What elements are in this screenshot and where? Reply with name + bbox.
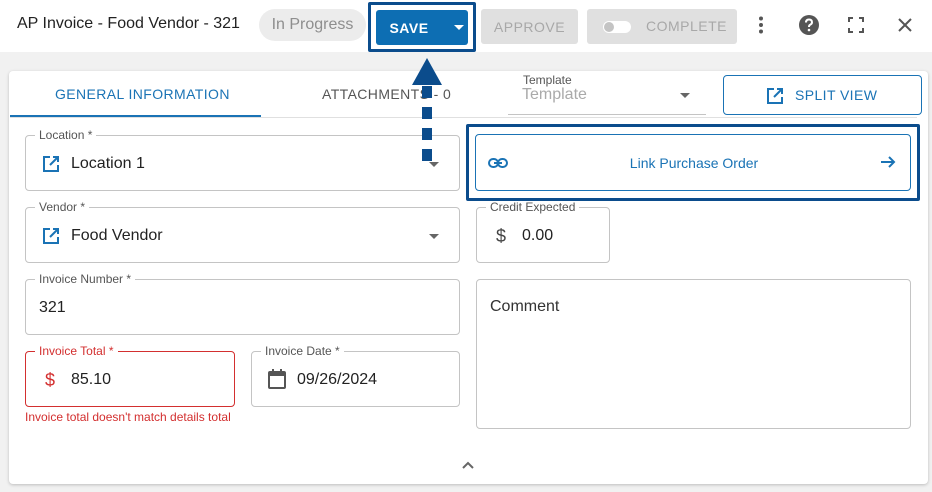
save-button-label: SAVE — [389, 19, 429, 36]
split-view-label: SPLIT VIEW — [795, 87, 878, 103]
header-bar: AP Invoice - Food Vendor - 321 In Progre… — [0, 0, 932, 52]
help-icon[interactable] — [798, 14, 820, 36]
chevron-up-icon[interactable] — [460, 457, 476, 473]
chevron-down-icon — [680, 93, 690, 98]
invoice-number-value: 321 — [39, 299, 66, 316]
invoice-total-label: Invoice Total * — [35, 344, 118, 358]
more-vert-icon[interactable] — [750, 14, 772, 36]
credit-expected-label: Credit Expected — [486, 200, 580, 214]
open-in-new-icon[interactable] — [41, 226, 61, 251]
credit-expected-field[interactable]: Credit Expected $ 0.00 — [476, 200, 610, 263]
tab-divider — [10, 117, 917, 118]
location-value: Location 1 — [71, 155, 145, 172]
calendar-icon[interactable] — [268, 369, 286, 394]
location-field[interactable]: Location * Location 1 — [25, 128, 460, 191]
toggle-icon — [603, 21, 631, 33]
complete-button[interactable]: COMPLETE — [587, 9, 737, 44]
dollar-icon: $ — [496, 226, 507, 246]
split-view-button[interactable]: SPLIT VIEW — [723, 75, 922, 115]
save-dropdown-icon[interactable] — [454, 25, 464, 30]
annotation-arrow — [408, 55, 446, 167]
vendor-value: Food Vendor — [71, 227, 163, 244]
link-purchase-order-button[interactable]: Link Purchase Order — [475, 134, 911, 191]
template-placeholder: Template — [522, 86, 587, 103]
link-purchase-order-label: Link Purchase Order — [629, 155, 759, 171]
arrow-right-icon — [879, 153, 897, 176]
close-icon[interactable] — [894, 14, 916, 36]
open-in-new-icon[interactable] — [41, 154, 61, 179]
invoice-total-error: Invoice total doesn't match details tota… — [25, 410, 231, 424]
location-label: Location * — [35, 128, 97, 142]
complete-button-label: COMPLETE — [646, 18, 728, 34]
invoice-total-field[interactable]: Invoice Total * $ 85.10 — [25, 344, 235, 407]
template-label: Template — [523, 73, 572, 87]
fullscreen-icon[interactable] — [845, 14, 867, 36]
open-in-new-icon — [765, 86, 785, 109]
invoice-date-field[interactable]: Invoice Date * 09/26/2024 — [251, 344, 460, 407]
dollar-icon: $ — [45, 370, 56, 390]
tab-general-information[interactable]: GENERAL INFORMATION — [55, 86, 230, 102]
invoice-number-label: Invoice Number * — [35, 272, 136, 286]
status-badge: In Progress — [259, 9, 366, 41]
chevron-down-icon — [429, 234, 439, 239]
template-select[interactable]: Template Template — [508, 73, 706, 115]
page-title: AP Invoice - Food Vendor - 321 — [17, 15, 240, 32]
invoice-total-value: 85.10 — [71, 371, 112, 388]
comment-label: Comment — [490, 298, 560, 315]
invoice-date-label: Invoice Date * — [261, 344, 344, 358]
vendor-label: Vendor * — [35, 200, 90, 214]
comment-field[interactable]: Comment — [476, 279, 911, 429]
invoice-date-value: 09/26/2024 — [297, 371, 378, 388]
approve-button[interactable]: APPROVE — [481, 9, 578, 44]
save-button[interactable]: SAVE — [376, 10, 468, 45]
invoice-number-field[interactable]: Invoice Number * 321 — [25, 272, 460, 335]
save-highlight: SAVE — [368, 2, 476, 52]
credit-expected-value: 0.00 — [522, 227, 554, 244]
vendor-field[interactable]: Vendor * Food Vendor — [25, 200, 460, 263]
